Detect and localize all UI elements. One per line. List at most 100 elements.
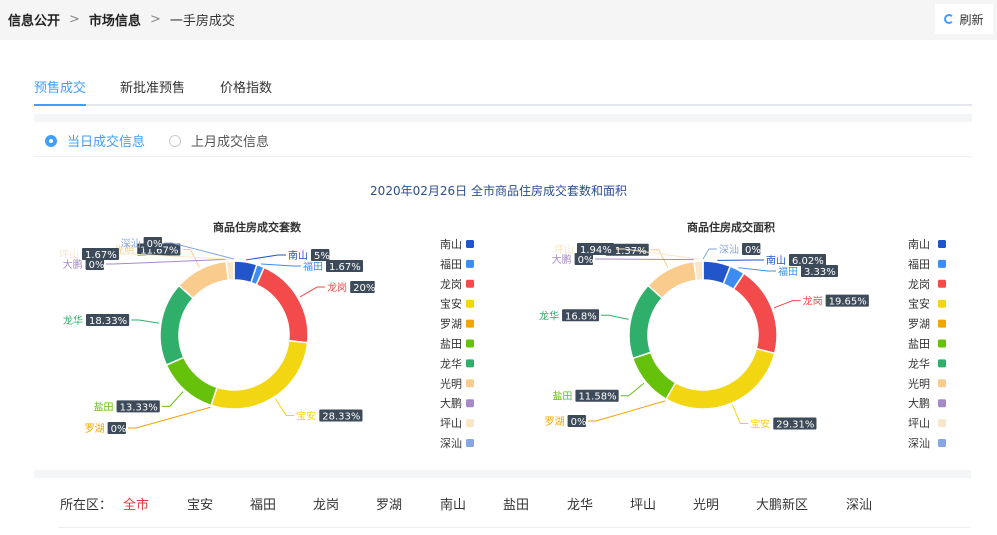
area-label-value-longgang: 19.65% xyxy=(829,297,867,308)
area-label-value-baoan: 29.31% xyxy=(776,419,814,430)
area-slice-pingshan[interactable] xyxy=(693,260,704,282)
district-option-nanshan[interactable]: 南山 xyxy=(440,494,466,513)
district-option-pingshan[interactable]: 坪山 xyxy=(630,494,656,513)
area-legend-label-nanshan: 南山 xyxy=(908,238,930,251)
area-legend-swatch-longgang[interactable] xyxy=(938,279,946,288)
units-legend-swatch-dapeng[interactable] xyxy=(466,399,474,408)
area-legend-label-pingshan: 坪山 xyxy=(908,417,930,430)
units-label-name-longgang: 龙岗 xyxy=(327,281,347,294)
area-leader-shenshan xyxy=(702,248,717,260)
units-leader-nanshan xyxy=(245,254,286,261)
district-option-futian[interactable]: 福田 xyxy=(250,494,276,513)
district-option-all[interactable]: 全市 xyxy=(123,494,149,513)
district-option-guangming[interactable]: 光明 xyxy=(693,494,719,513)
units-legend-swatch-futian[interactable] xyxy=(466,259,474,268)
area-legend-swatch-pingshan[interactable] xyxy=(938,419,946,428)
area-legend-swatch-baoan[interactable] xyxy=(938,299,946,308)
bottom-line xyxy=(58,527,970,528)
district-option-longgang[interactable]: 龙岗 xyxy=(313,494,339,513)
area-label-name-pingshan: 坪山 xyxy=(554,243,574,256)
area-slice-longhua[interactable] xyxy=(628,284,664,360)
district-option-yantian[interactable]: 盐田 xyxy=(503,494,529,513)
district-option-longhua[interactable]: 龙华 xyxy=(567,494,593,513)
units-legend-label-dapeng: 大鹏 xyxy=(440,396,462,410)
area-label-value-dapeng: 0% xyxy=(578,255,594,266)
area-label-value-yantian: 11.58% xyxy=(578,392,616,403)
area-legend-swatch-yantian[interactable] xyxy=(938,339,946,348)
units-legend-label-guangming: 光明 xyxy=(440,376,462,390)
units-leader-longhua xyxy=(131,319,160,324)
units-label-name-baoan: 宝安 xyxy=(296,410,316,423)
area-legend-label-luohu: 罗湖 xyxy=(908,318,930,331)
donut-charts: 商品住房成交套数 商品住房成交面积 南山 5%福田 1.67%龙岗 20%宝安 28.3… xyxy=(59,220,946,450)
district-filter-label: 所在区： xyxy=(60,498,113,513)
area-label-value-luohu: 0% xyxy=(571,417,587,428)
units-label-name-luohu: 罗湖 xyxy=(85,423,105,435)
area-leader-longhua xyxy=(601,314,629,320)
units-label-value-yantian: 13.33% xyxy=(120,402,158,413)
area-label-value-futian: 3.33% xyxy=(804,267,836,278)
area-legend-swatch-nanshan[interactable] xyxy=(938,240,946,248)
units-slice-longgang[interactable] xyxy=(255,266,309,344)
units-leader-baoan xyxy=(274,398,295,417)
area-leader-luohu xyxy=(588,400,666,422)
area-legend-swatch-guangming[interactable] xyxy=(938,379,946,388)
units-legend-label-longhua: 龙华 xyxy=(440,356,462,370)
units-leader-dapeng xyxy=(106,258,227,265)
units-slice-guangming[interactable] xyxy=(177,260,230,300)
area-slice-baoan[interactable] xyxy=(665,347,776,410)
area-legend-swatch-luohu[interactable] xyxy=(938,319,946,328)
area-legend-swatch-shenshan[interactable] xyxy=(938,439,946,447)
units-legend-swatch-longgang[interactable] xyxy=(466,279,474,288)
units-label-value-longgang: 20% xyxy=(353,283,375,294)
units-label-value-dapeng: 0% xyxy=(89,260,105,271)
units-slice-baoan[interactable] xyxy=(210,339,309,410)
units-legend-swatch-pingshan[interactable] xyxy=(466,419,474,428)
units-label-value-futian: 1.67% xyxy=(329,262,361,273)
units-legend-swatch-nanshan[interactable] xyxy=(466,240,474,248)
area-leader-baoan xyxy=(732,404,749,424)
units-label-name-nanshan: 南山 xyxy=(288,249,308,262)
units-label-name-shenshan: 深汕 xyxy=(121,238,141,250)
units-legend-swatch-luohu[interactable] xyxy=(466,319,474,328)
units-legend-label-pingshan: 坪山 xyxy=(440,417,462,430)
area-label-name-shenshan: 深汕 xyxy=(719,244,739,256)
units-leader-yantian xyxy=(161,391,184,407)
area-legend-label-longhua: 龙华 xyxy=(908,356,930,370)
units-legend-swatch-guangming[interactable] xyxy=(466,379,474,388)
area-slice-yantian[interactable] xyxy=(631,351,677,401)
units-slice-pingshan[interactable] xyxy=(225,260,235,282)
units-label-name-pingshan: 坪山 xyxy=(59,248,79,261)
district-option-baoan[interactable]: 宝安 xyxy=(187,494,213,513)
district-option-dapeng[interactable]: 大鹏新区 xyxy=(756,494,808,513)
district-option-shenshan[interactable]: 深汕 xyxy=(846,494,872,513)
units-label-value-longhua: 18.33% xyxy=(89,316,127,327)
area-legend-label-dapeng: 大鹏 xyxy=(908,396,930,410)
units-legend-label-yantian: 盐田 xyxy=(440,338,462,351)
units-leader-futian xyxy=(261,263,301,267)
units-leader-longgang xyxy=(299,286,326,298)
area-slice-longgang[interactable] xyxy=(732,272,778,355)
units-label-name-yantian: 盐田 xyxy=(94,400,114,413)
district-option-luohu[interactable]: 罗湖 xyxy=(376,494,402,513)
area-leader-yantian xyxy=(620,382,645,397)
area-label-name-nanshan: 南山 xyxy=(766,254,786,267)
area-legend-swatch-dapeng[interactable] xyxy=(938,399,946,408)
area-label-value-shenshan: 0% xyxy=(745,245,761,256)
area-label-name-yantian: 盐田 xyxy=(552,390,572,403)
units-legend-swatch-baoan[interactable] xyxy=(466,299,474,308)
units-label-value-luohu: 0% xyxy=(111,424,127,435)
units-legend-swatch-yantian[interactable] xyxy=(466,339,474,348)
area-leader-guangming xyxy=(650,249,669,268)
units-legend-swatch-longhua[interactable] xyxy=(466,359,474,368)
units-label-name-longhua: 龙华 xyxy=(63,314,83,327)
area-legend-label-guangming: 光明 xyxy=(908,376,930,390)
area-legend-swatch-longhua[interactable] xyxy=(938,359,946,368)
area-slice-guangming[interactable] xyxy=(647,260,698,300)
units-legend-swatch-shenshan[interactable] xyxy=(466,439,474,447)
area-legend-swatch-futian[interactable] xyxy=(938,259,946,268)
units-slice-yantian[interactable] xyxy=(165,356,218,407)
units-slice-longhua[interactable] xyxy=(159,284,195,367)
area-label-value-longhua: 16.8% xyxy=(565,311,597,322)
units-leader-guangming xyxy=(182,248,200,268)
